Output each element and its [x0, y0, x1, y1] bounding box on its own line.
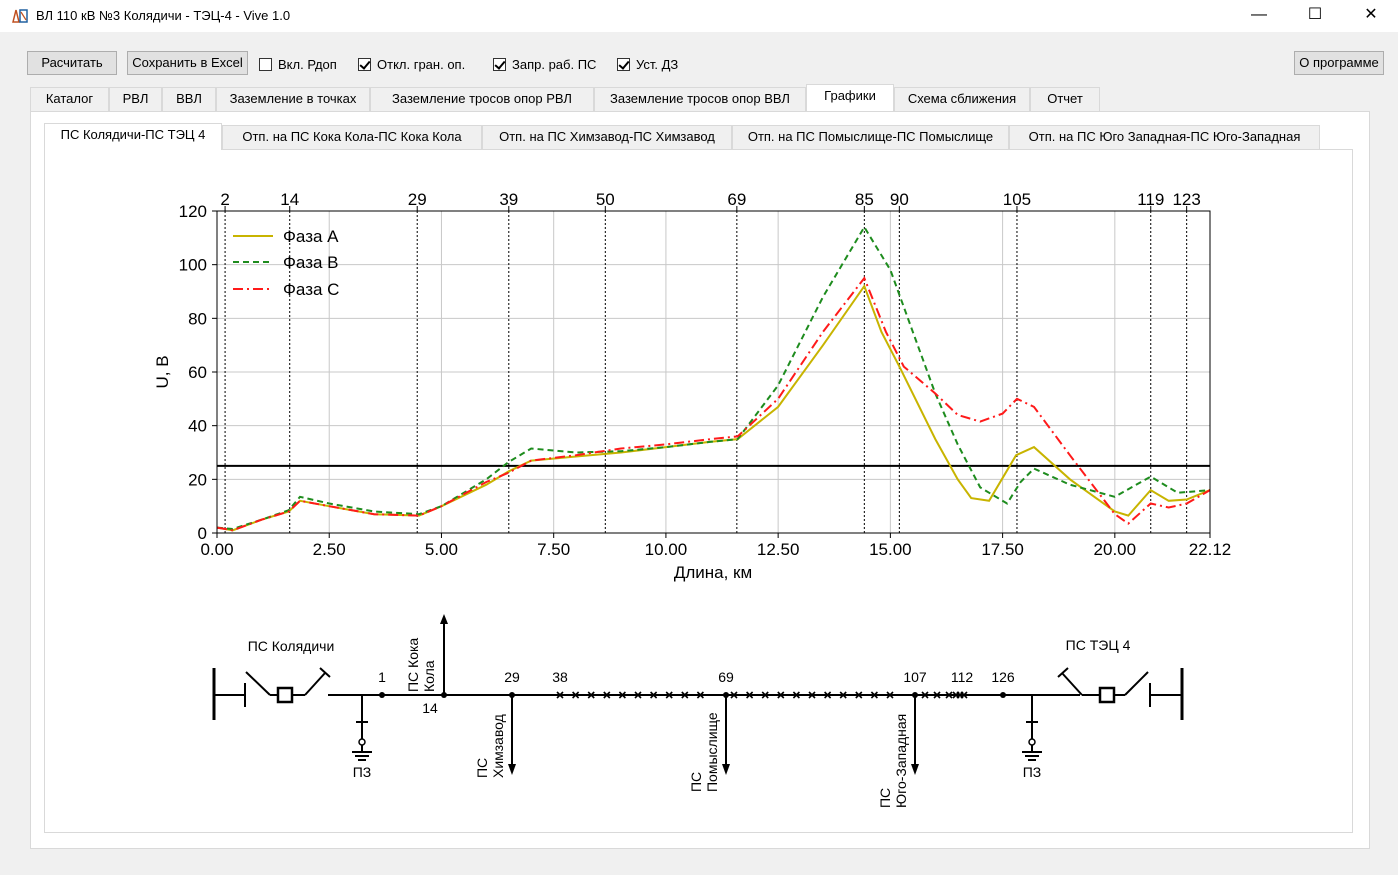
- checkbox-rdop[interactable]: Вкл. Рдоп: [259, 55, 337, 73]
- checkbox-boundary-poles-label: Откл. гран. оп.: [377, 56, 466, 72]
- checkbox-substation-ban[interactable]: Запр. раб. ПС: [493, 55, 596, 73]
- tab-rvl[interactable]: РВЛ: [109, 87, 162, 111]
- checkbox-substation-ban-box[interactable]: [493, 57, 506, 71]
- checkbox-rdop-box[interactable]: [259, 57, 272, 71]
- checkbox-dz-box[interactable]: [617, 57, 630, 71]
- subtab-coca-cola[interactable]: Отп. на ПС Кока Кола-ПС Кока Кола: [222, 125, 482, 149]
- checkbox-rdop-label: Вкл. Рдоп: [278, 56, 337, 72]
- checkbox-dz[interactable]: Уст. ДЗ: [617, 55, 678, 73]
- tab-grounding-points[interactable]: Заземление в точках: [216, 87, 370, 111]
- tab-vvl[interactable]: ВВЛ: [162, 87, 216, 111]
- app-icon: [12, 9, 28, 23]
- checkbox-boundary-poles[interactable]: Откл. гран. оп.: [358, 55, 465, 73]
- save-excel-button[interactable]: Сохранить в Excel: [127, 51, 248, 75]
- calculate-button[interactable]: Расчитать: [27, 51, 117, 75]
- checkbox-dz-label: Уст. ДЗ: [636, 56, 679, 72]
- subtab-main-line[interactable]: ПС Колядичи-ПС ТЭЦ 4: [44, 123, 222, 150]
- subtab-pomyslishche[interactable]: Отп. на ПС Помыслище-ПС Помыслище: [732, 125, 1009, 149]
- tab-report[interactable]: Отчет: [1030, 87, 1100, 111]
- title-bar: ВЛ 110 кВ №3 Колядичи - ТЭЦ-4 - Vive 1.0…: [0, 0, 1398, 32]
- maximize-button[interactable]: ☐: [1292, 0, 1338, 32]
- tab-grounding-rvl[interactable]: Заземление тросов опор РВЛ: [370, 87, 594, 111]
- tab-approach-scheme[interactable]: Схема сближения: [894, 87, 1030, 111]
- chart-panel: [44, 149, 1353, 833]
- checkbox-boundary-poles-box[interactable]: [358, 57, 371, 71]
- close-button[interactable]: ✕: [1348, 0, 1394, 32]
- window-title: ВЛ 110 кВ №3 Колядичи - ТЭЦ-4 - Vive 1.0: [36, 8, 291, 23]
- subtab-yugo-zapadnaya[interactable]: Отп. на ПС Юго Западная-ПС Юго-Западная: [1009, 125, 1320, 149]
- tab-catalog[interactable]: Каталог: [30, 87, 109, 111]
- about-button[interactable]: О программе: [1294, 51, 1384, 75]
- subtab-khimzavod[interactable]: Отп. на ПС Химзавод-ПС Химзавод: [482, 125, 732, 149]
- tab-charts[interactable]: Графики: [806, 84, 894, 111]
- checkbox-substation-ban-label: Запр. раб. ПС: [512, 56, 597, 72]
- minimize-button[interactable]: —: [1236, 0, 1282, 32]
- tab-grounding-vvl[interactable]: Заземление тросов опор ВВЛ: [594, 87, 806, 111]
